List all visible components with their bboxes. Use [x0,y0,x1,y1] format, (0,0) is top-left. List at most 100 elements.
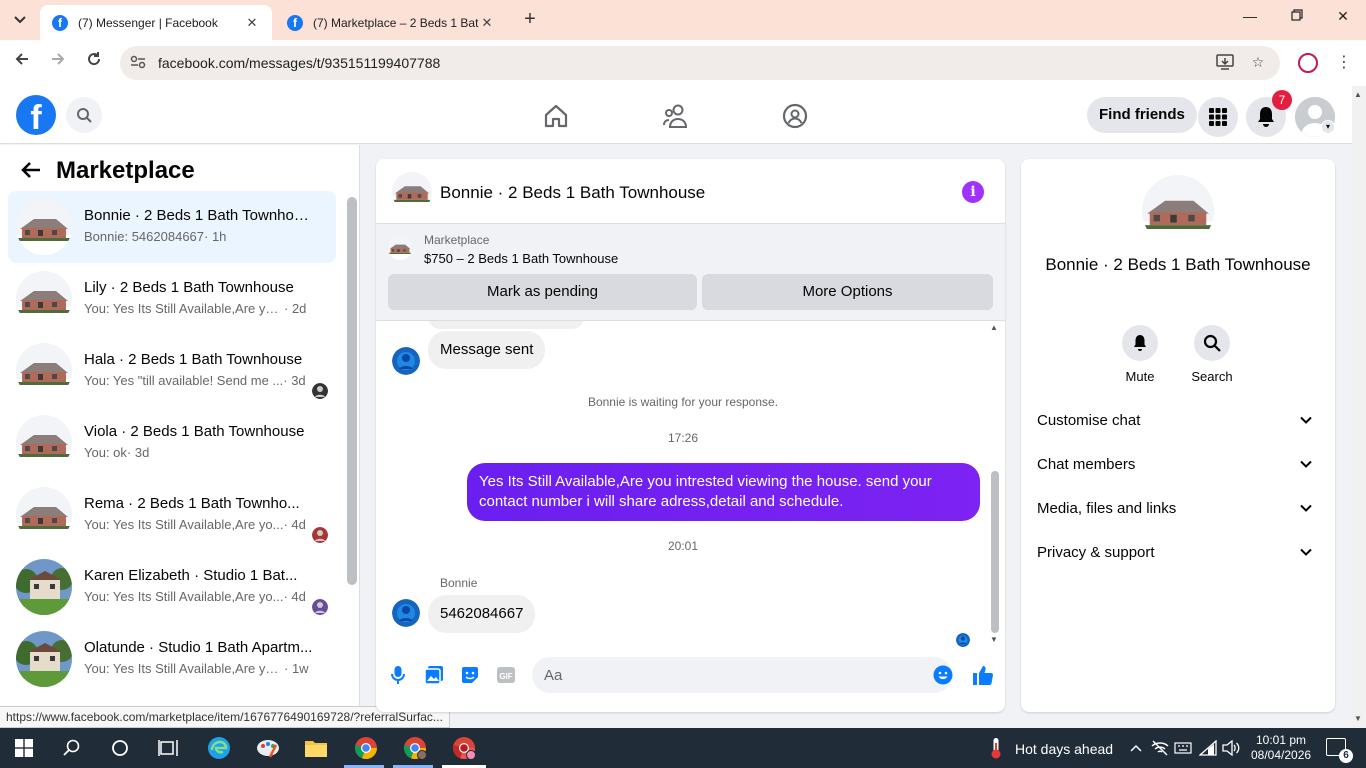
back-arrow-icon[interactable] [20,159,44,183]
home-icon[interactable] [542,102,570,130]
tab-title: (7) Messenger | Facebook [78,15,218,30]
search-label: Search [1191,369,1233,384]
friends-icon[interactable] [662,102,690,130]
mark-pending-button[interactable]: Mark as pending [388,274,697,310]
weather-text[interactable]: Hot days ahead [1015,741,1113,757]
chrome-active-window-icon[interactable] [450,734,478,762]
minimize-icon[interactable]: — [1238,8,1262,32]
section-label: Media, files and links [1037,500,1177,517]
conversation-thumbnail [16,487,72,543]
message-bubble: Message sent [428,331,546,369]
facebook-search-button[interactable] [66,97,102,133]
conversation-item[interactable]: Rema · 2 Beds 1 Bath Townho... You: Yes I… [8,479,336,551]
close-tab-icon[interactable]: ✕ [244,15,260,31]
bookmark-star-icon[interactable]: ☆ [1249,54,1267,72]
conversation-preview: You: Yes Its Still Available,Are yo... [84,589,284,604]
thumbs-up-icon[interactable] [971,663,995,687]
page-scrollbar[interactable] [1352,86,1366,728]
taskbar-clock[interactable]: 10:01 pm 08/04/2026 [1251,733,1311,763]
message-input[interactable] [532,657,952,693]
scroll-down-arrow-icon[interactable]: ▼ [1354,714,1362,723]
conversation-time: · 1h [204,229,227,244]
conversation-item[interactable]: Karen Elizabeth · Studio 1 Bat... You: Ye… [8,551,336,623]
install-app-icon[interactable] [1216,54,1234,72]
browser-menu-icon[interactable]: ⋮ [1336,52,1352,72]
conversation-item[interactable]: Bonnie · 2 Beds 1 Bath Townhouse Bonnie: … [8,191,336,263]
section-customise-chat[interactable]: Customise chat [1037,399,1319,443]
volume-icon[interactable] [1217,734,1245,762]
search-in-chat-button[interactable]: Search [1182,325,1242,384]
account-chevron-icon[interactable]: ▾ [1321,120,1335,134]
sticker-icon[interactable] [458,663,482,687]
groups-icon[interactable] [781,102,809,130]
site-info-icon[interactable] [130,55,148,72]
action-center-icon[interactable]: 6 [1326,738,1353,763]
conversation-time: · 2d [284,301,307,316]
conversation-title: Hala · 2 Beds 1 Bath Townhouse [84,351,303,368]
conversation-thumbnail [16,631,72,687]
scroll-up-arrow-icon[interactable]: ▲ [990,323,998,332]
message-scrollbar[interactable] [991,471,999,633]
file-explorer-icon[interactable] [302,734,330,762]
sender-avatar[interactable] [392,599,420,627]
info-avatar[interactable] [1142,175,1214,247]
conversation-preview: You: Yes Its Still Available,Are yo... [84,517,284,532]
conversation-time: · 3d [283,373,306,388]
conversation-title: Bonnie · 2 Beds 1 Bath Townhouse [84,207,316,224]
photo-icon[interactable] [422,663,446,687]
section-media-files-links[interactable]: Media, files and links [1037,487,1319,531]
conversation-item[interactable]: Hala · 2 Beds 1 Bath Townhouse You: Yes "… [8,335,336,407]
cortana-icon[interactable] [106,734,134,762]
section-privacy-support[interactable]: Privacy & support [1037,531,1319,575]
keyboard-language-icon[interactable] [1169,734,1197,762]
forward-icon[interactable] [46,51,70,75]
reload-icon[interactable] [82,51,106,75]
chrome-icon[interactable] [352,734,380,762]
paint-app-icon[interactable] [254,734,282,762]
microphone-icon[interactable] [386,663,410,687]
scroll-up-arrow-icon[interactable]: ▲ [1354,90,1362,99]
back-icon[interactable] [10,51,34,75]
omnibox[interactable]: facebook.com/messages/t/935151199407788 … [120,46,1280,80]
menu-button[interactable] [1198,97,1238,137]
profile-icon[interactable] [1298,53,1318,73]
section-chat-members[interactable]: Chat members [1037,443,1319,487]
listing-thumbnail[interactable] [388,236,412,260]
bell-icon [1258,107,1274,127]
facebook-logo-icon[interactable]: f [16,95,56,135]
sender-avatar[interactable] [392,347,420,375]
chat-title[interactable]: Bonnie · 2 Beds 1 Bath Townhouse [440,183,705,203]
conversation-item[interactable]: Lily · 2 Beds 1 Bath Townhouse You: Yes I… [8,263,336,335]
info-icon[interactable]: i [962,181,984,203]
search-icon[interactable] [58,734,86,762]
thermometer-icon[interactable] [982,734,1010,762]
emoji-icon[interactable] [931,663,955,687]
chat-panel: Bonnie · 2 Beds 1 Bath Townhouse i Marke… [376,159,1005,712]
conversation-item[interactable]: Viola · 2 Beds 1 Bath Townhouse You: ok· … [8,407,336,479]
task-view-icon[interactable] [154,734,182,762]
clock-date: 08/04/2026 [1251,748,1312,762]
listing-price[interactable]: $750 – 2 Beds 1 Bath Townhouse [424,251,618,266]
close-tab-icon[interactable]: ✕ [479,15,495,31]
tab-search-dropdown[interactable] [8,8,32,32]
close-window-icon[interactable]: ✕ [1331,8,1355,32]
windows-start-icon[interactable] [10,734,38,762]
conversation-preview-line: Bonnie: 5462084667· 1h [84,229,324,244]
scroll-down-arrow-icon[interactable]: ▼ [990,635,998,644]
restore-icon[interactable] [1285,8,1309,32]
new-tab-icon[interactable]: + [520,9,540,30]
mute-button[interactable]: Mute [1110,325,1170,384]
chrome-profile-icon[interactable] [401,734,429,762]
chat-avatar[interactable] [392,172,432,212]
conversation-item[interactable]: Olatunde · Studio 1 Bath Apartm... You: Y… [8,623,336,695]
conversation-preview: Bonnie: 5462084667 [84,229,205,244]
edge-browser-icon[interactable] [205,734,233,762]
conversation-preview: You: Yes Its Still Available,Are you in.… [84,301,284,316]
sidebar-scrollbar[interactable] [347,197,357,585]
bell-icon [1134,335,1146,351]
gif-icon[interactable]: GIF [494,663,518,687]
find-friends-button[interactable]: Find friends [1087,97,1197,133]
tab-marketplace[interactable]: f (7) Marketplace – 2 Beds 1 Bath ✕ [275,5,507,40]
tab-messenger[interactable]: f (7) Messenger | Facebook ✕ [40,5,272,40]
more-options-button[interactable]: More Options [702,274,993,310]
